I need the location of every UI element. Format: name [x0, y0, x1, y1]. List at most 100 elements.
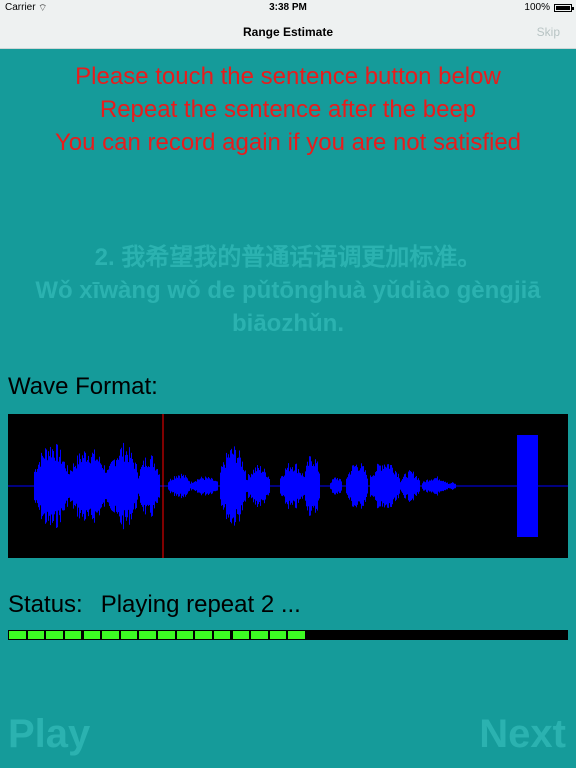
waveform-sample	[373, 475, 374, 497]
waveform-sample	[182, 476, 183, 496]
waveform-sample	[172, 479, 173, 493]
waveform-sample	[416, 476, 417, 496]
waveform-sample	[236, 462, 237, 510]
waveform-sample	[356, 464, 357, 508]
waveform-sample	[74, 467, 75, 506]
waveform-sample	[261, 472, 262, 500]
waveform-sample	[449, 483, 450, 489]
waveform-sample	[428, 481, 429, 491]
waveform-sample	[408, 471, 409, 501]
waveform-sample	[197, 479, 198, 493]
waveform-sample	[398, 473, 399, 499]
waveform-sample	[445, 481, 446, 491]
waveform-sample	[376, 471, 377, 501]
skip-button[interactable]: Skip	[537, 25, 560, 39]
progress-segment	[9, 631, 26, 639]
progress-segment	[232, 631, 250, 639]
waveform-sample	[223, 462, 224, 510]
play-button[interactable]: Play	[8, 712, 90, 757]
waveform-sample	[136, 464, 137, 508]
waveform-sample	[346, 478, 347, 494]
status-line: Status: Playing repeat 2 ...	[8, 591, 301, 619]
waveform-sample	[425, 482, 426, 490]
waveform-sample	[316, 463, 317, 509]
waveform-sample	[424, 481, 425, 491]
waveform-sample	[211, 477, 212, 495]
waveform-sample	[333, 479, 334, 493]
sentence-button[interactable]: 2. 我希望我的普通话语调更加标准。 Wǒ xīwàng wǒ de pǔtōn…	[0, 241, 576, 340]
waveform-sample	[139, 475, 140, 497]
waveform-sample	[286, 469, 287, 503]
waveform-sample	[247, 480, 248, 492]
waveform-sample	[245, 470, 246, 502]
waveform-sample	[64, 461, 65, 511]
waveform-sample	[220, 472, 221, 500]
waveform-sample	[54, 457, 55, 515]
waveform-sample	[406, 477, 407, 495]
waveform-sample	[109, 465, 110, 506]
waveform-sample	[198, 479, 199, 493]
waveform-sample	[442, 481, 443, 491]
waveform-sample	[102, 468, 103, 504]
waveform-sample	[150, 459, 151, 513]
next-button[interactable]: Next	[479, 712, 566, 757]
progress-segment	[288, 631, 305, 639]
progress-segment	[195, 631, 212, 639]
waveform-sample	[353, 465, 354, 507]
waveform-sample	[234, 446, 235, 526]
waveform-sample	[360, 468, 361, 504]
waveform-sample	[332, 479, 333, 493]
waveform-sample	[317, 461, 318, 511]
waveform-sample	[267, 477, 268, 495]
waveform-sample	[399, 478, 400, 494]
waveform-sample	[366, 474, 367, 497]
waveform-sample	[402, 479, 403, 493]
waveform-sample	[395, 470, 396, 502]
waveform-sample	[145, 457, 146, 515]
clock: 3:38 PM	[269, 2, 307, 13]
waveform-sample	[378, 464, 379, 508]
waveform-sample	[349, 472, 350, 500]
waveform-sample	[414, 478, 415, 494]
waveform-sample	[314, 466, 315, 506]
waveform-sample	[215, 480, 216, 492]
waveform-sample	[260, 466, 261, 506]
progress-bar	[8, 630, 568, 640]
waveform-sample	[151, 455, 152, 517]
waveform-sample	[180, 478, 181, 494]
waveform-sample	[388, 464, 389, 508]
nav-bar: Range Estimate Skip	[0, 16, 576, 49]
status-label: Status:	[8, 591, 83, 618]
waveform-sample	[143, 460, 144, 512]
waveform-sample	[411, 471, 412, 501]
waveform-sample	[413, 471, 414, 501]
waveform-sample	[221, 466, 222, 506]
waveform-sample	[417, 479, 418, 493]
waveform-sample	[354, 466, 355, 506]
waveform-sample	[438, 480, 439, 492]
progress-segment	[27, 631, 45, 639]
waveform-sample	[111, 461, 112, 511]
waveform-sample	[40, 466, 41, 506]
waveform-sample	[69, 474, 70, 498]
waveform-sample	[403, 476, 404, 496]
waveform-sample	[157, 469, 158, 503]
waveform-sample	[152, 456, 153, 516]
waveform-sample	[178, 475, 179, 497]
instruction-line: Repeat the sentence after the beep	[99, 96, 477, 123]
waveform-sample	[419, 480, 420, 492]
waveform-sample	[37, 468, 38, 504]
waveform-sample	[227, 457, 228, 515]
waveform-sample	[50, 446, 51, 526]
waveform-sample	[407, 477, 408, 495]
waveform-sample	[93, 453, 94, 519]
waveform-sample	[385, 466, 386, 506]
battery-percent: 100%	[524, 2, 550, 13]
waveform-sample	[313, 464, 314, 508]
waveform-sample	[43, 457, 44, 515]
waveform-sample	[382, 465, 383, 507]
waveform-sample	[266, 476, 267, 495]
waveform-sample	[82, 455, 83, 517]
waveform-sample	[241, 466, 242, 506]
waveform-sample	[57, 444, 58, 528]
